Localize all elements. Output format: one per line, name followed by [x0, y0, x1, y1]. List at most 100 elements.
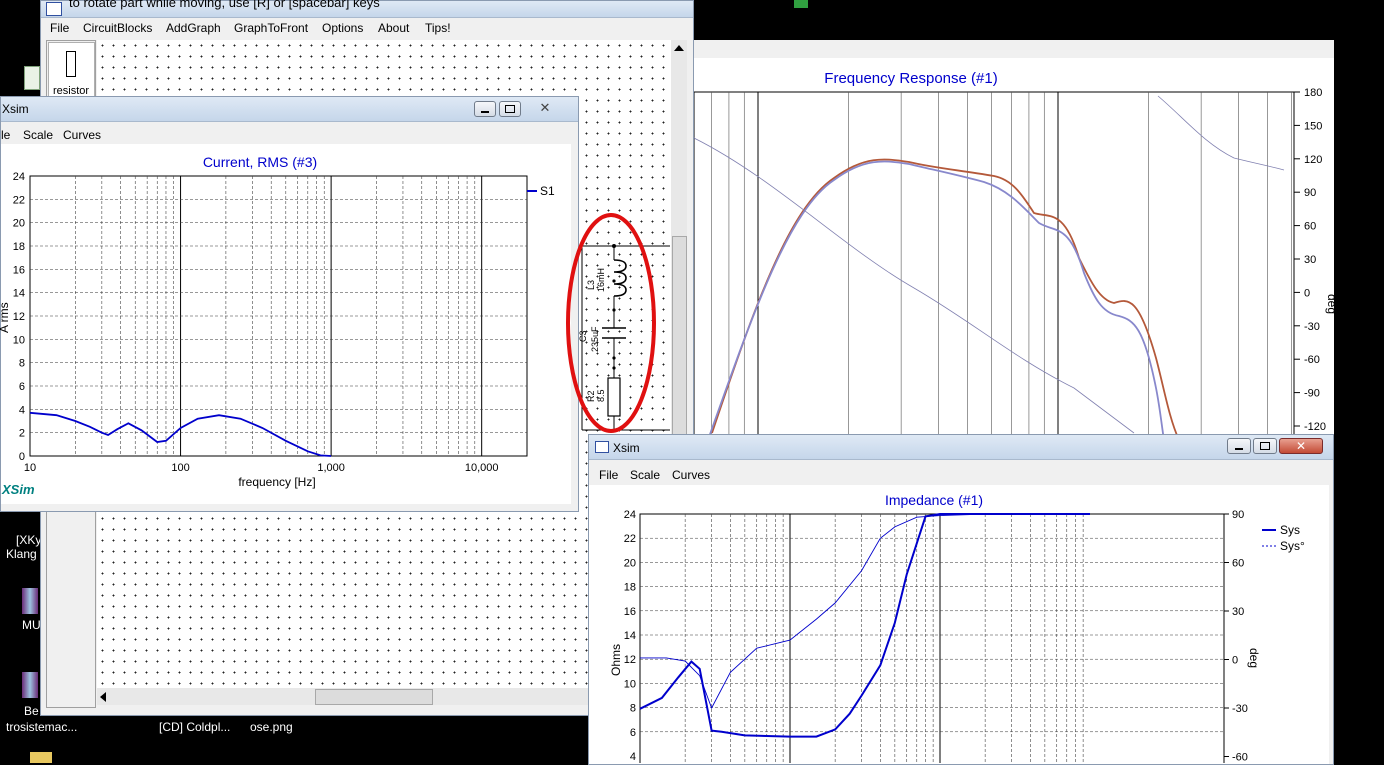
- red-circle-annotation: [566, 213, 656, 433]
- spl-curve-2: [707, 160, 1165, 440]
- current-menu-file[interactable]: le: [1, 128, 10, 142]
- menu-addgraph[interactable]: AddGraph: [166, 21, 221, 35]
- current-chart-title: Current, RMS (#3): [203, 154, 317, 170]
- impedance-menu-file[interactable]: File: [599, 468, 618, 482]
- resistor-symbol-icon: [66, 51, 76, 77]
- impedance-maximize-button[interactable]: [1253, 438, 1277, 454]
- freq-y2-tick: 180: [1304, 87, 1322, 99]
- freq-y2-tick: -30: [1304, 321, 1320, 333]
- menu-file[interactable]: File: [50, 21, 69, 35]
- impedance-y-tick: 12: [624, 654, 636, 666]
- freq-window-topbar: [694, 0, 1334, 40]
- impedance-plot-frame: [639, 513, 1225, 763]
- schematic-title: to rotate part while moving, use [R] or …: [69, 0, 380, 10]
- impedance-chart-title: Impedance (#1): [885, 492, 983, 508]
- current-window-title: Xsim: [2, 102, 29, 116]
- horizontal-scroll-thumb[interactable]: [315, 689, 433, 705]
- current-y-tick: 12: [13, 311, 25, 323]
- impedance-y-tick: 14: [624, 630, 636, 642]
- impedance-y2-tick: -60: [1232, 752, 1248, 764]
- current-x-tick: 1,000: [317, 462, 345, 474]
- scroll-left-arrow-icon[interactable]: [100, 692, 106, 702]
- freq-plot-frame: [694, 91, 1295, 440]
- desktop-label-ose[interactable]: ose.png: [250, 720, 293, 734]
- desktop-label-xky[interactable]: [XKy: [16, 533, 41, 547]
- desktop-label-coldplay[interactable]: [CD] Coldpl...: [159, 720, 230, 734]
- freq-y2-tick: -60: [1304, 354, 1320, 366]
- impedance-close-button[interactable]: ✕: [1279, 438, 1323, 454]
- current-y-axis-label: A rms: [0, 302, 11, 333]
- current-x-axis-label: frequency [Hz]: [238, 475, 315, 489]
- freq-y2-axis-label: deg: [1325, 294, 1334, 314]
- impedance-y-tick: 24: [624, 509, 636, 521]
- current-minimize-button[interactable]: [474, 101, 496, 117]
- current-y-tick: 8: [19, 358, 25, 370]
- impedance-menu-scale[interactable]: Scale: [630, 468, 660, 482]
- impedance-y-tick: 16: [624, 606, 636, 618]
- impedance-y-tick: 18: [624, 582, 636, 594]
- current-x-tick: 100: [171, 462, 189, 474]
- freq-y2-tick: 30: [1304, 254, 1316, 266]
- current-maximize-button[interactable]: [499, 101, 521, 117]
- desktop-icon-folder[interactable]: [30, 752, 52, 763]
- schematic-menubar: File CircuitBlocks AddGraph GraphToFront…: [41, 18, 693, 38]
- current-menu-scale[interactable]: Scale: [23, 128, 53, 142]
- impedance-menu-curves[interactable]: Curves: [672, 468, 710, 482]
- impedance-y-tick: 22: [624, 533, 636, 545]
- desktop-label-mu[interactable]: MU: [22, 618, 41, 632]
- freq-y2-tick: -120: [1304, 421, 1326, 433]
- current-y-tick: 10: [13, 334, 25, 346]
- freq-y2-tick: 120: [1304, 154, 1322, 166]
- current-y-tick: 2: [19, 428, 25, 440]
- impedance-y2-tick-labels: 90 60 30 0 -30 -60: [1224, 509, 1248, 763]
- freq-y2-tick: 0: [1304, 287, 1310, 299]
- current-menu-curves[interactable]: Curves: [63, 128, 101, 142]
- spl-curve-1: [711, 158, 1180, 440]
- current-close-button[interactable]: ✕: [525, 101, 565, 115]
- impedance-y2-tick: 60: [1232, 558, 1244, 570]
- impedance-series-sys-line: [639, 513, 1090, 738]
- freq-y2-tick: 150: [1304, 120, 1322, 132]
- impedance-y-tick: 6: [630, 727, 636, 739]
- current-y-tick: 14: [13, 288, 25, 300]
- impedance-y-tick: 20: [624, 557, 636, 569]
- current-menubar: le Scale Curves: [1, 127, 571, 143]
- freq-chart-title: Frequency Response (#1): [824, 70, 997, 87]
- impedance-y2-tick: 30: [1232, 606, 1244, 618]
- current-y-tick: 4: [19, 404, 25, 416]
- menu-graphtofront[interactable]: GraphToFront: [234, 21, 308, 35]
- freq-window-strip: [694, 40, 1334, 58]
- current-y-tick: 16: [13, 264, 25, 276]
- desktop-label-be[interactable]: Be: [24, 704, 39, 718]
- freq-phase-curve-top: [1157, 95, 1285, 171]
- xsim-logo: XSim: [1, 482, 35, 497]
- current-grid: [29, 175, 528, 457]
- impedance-y2-tick: 90: [1232, 509, 1244, 521]
- scroll-up-arrow-icon[interactable]: [674, 45, 684, 51]
- horizontal-scrollbar[interactable]: [97, 688, 671, 705]
- impedance-y-tick: 8: [630, 703, 636, 715]
- impedance-y2-tick: -30: [1232, 703, 1248, 715]
- impedance-y-tick: 10: [624, 678, 636, 690]
- menu-tips[interactable]: Tips!: [425, 21, 451, 35]
- desktop-icon-sheet[interactable]: [24, 66, 40, 90]
- desktop-icon-archive-2[interactable]: [22, 672, 38, 698]
- menu-about[interactable]: About: [378, 21, 409, 35]
- current-rms-chart: Current, RMS (#3) 024681012141618202224 …: [0, 154, 555, 497]
- current-y-tick: 22: [13, 194, 25, 206]
- freq-response-chart: Frequency Response (#1) 180 150 120 90 60 30 0…: [694, 70, 1334, 440]
- desktop-label-trosistemac[interactable]: trosistemac...: [6, 720, 77, 734]
- impedance-titlebar[interactable]: [589, 435, 1333, 460]
- freq-y2-tick: -90: [1304, 388, 1320, 400]
- current-y-tick-labels: 024681012141618202224: [13, 171, 25, 463]
- freq-y2-tick-labels: 180 150 120 90 60 30 0 -30 -60 -90 -120: [1294, 87, 1326, 433]
- resistor-part-button[interactable]: resistor: [48, 42, 95, 100]
- menu-options[interactable]: Options: [322, 21, 363, 35]
- current-x-tick: 10: [24, 462, 36, 474]
- green-app-icon: [794, 0, 808, 8]
- desktop-icon-archive[interactable]: [22, 588, 38, 614]
- desktop-label-klang[interactable]: Klang: [6, 547, 37, 561]
- impedance-y-tick-labels: 4 6 8 10 12 14 16 18 20 22 24: [624, 509, 636, 763]
- menu-circuitblocks[interactable]: CircuitBlocks: [83, 21, 152, 35]
- impedance-minimize-button[interactable]: [1227, 438, 1251, 454]
